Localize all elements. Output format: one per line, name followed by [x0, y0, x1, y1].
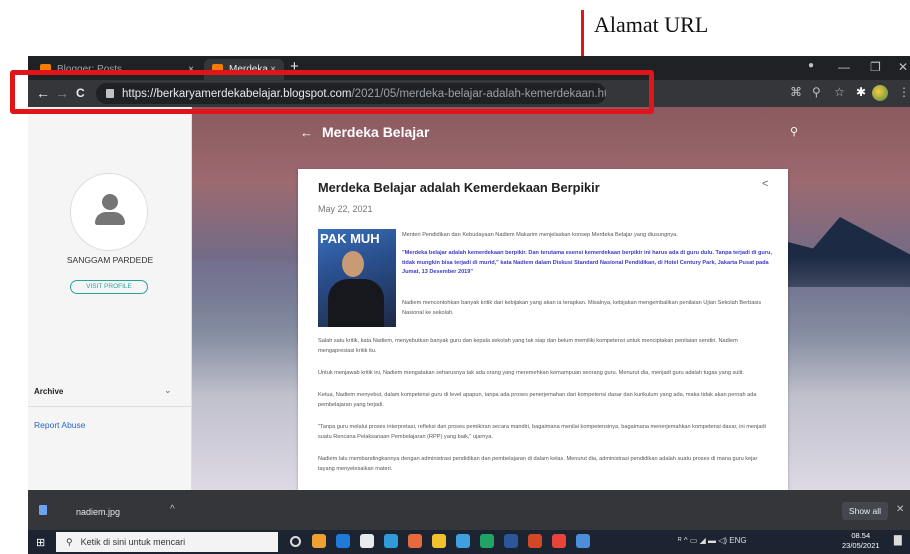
image-file-icon [39, 505, 47, 515]
photo-suit [328, 279, 384, 327]
chevron-up-icon[interactable]: ^ [170, 504, 175, 515]
annotation-label: Alamat URL [594, 12, 709, 37]
app-icon[interactable] [408, 534, 422, 548]
clock-time: 08.54 [851, 531, 871, 540]
app-icon[interactable] [576, 534, 590, 548]
show-all-button[interactable]: Show all [842, 502, 888, 520]
notification-icon[interactable]: ▇ [894, 535, 902, 546]
taskbar-clock[interactable]: 08.54 23/05/2021 [842, 531, 880, 551]
windows-start-icon[interactable]: ⊞ [36, 536, 45, 549]
profile-avatar-placeholder [70, 173, 148, 251]
screenshot: Alamat URL Blogger: Posts × Merdeka Bela… [0, 0, 910, 554]
download-file-name[interactable]: nadiem.jpg [76, 507, 120, 517]
minimize-button[interactable]: — [838, 60, 850, 74]
post-date: May 22, 2021 [318, 204, 373, 214]
visit-profile-button[interactable]: VISIT PROFILE [70, 280, 148, 294]
web-page: SANGGAM PARDEDE VISIT PROFILE Archive ⌄ … [28, 107, 910, 490]
blog-search-icon[interactable]: ⚲ [790, 125, 798, 138]
article-card: Merdeka Belajar adalah Kemerdekaan Berpi… [298, 169, 788, 490]
download-bar: nadiem.jpg ^ Show all ✕ [28, 490, 910, 530]
app-icon[interactable] [360, 534, 374, 548]
annotation-highlight-box [10, 70, 654, 114]
menu-icon[interactable]: ⋮ [898, 85, 910, 99]
app-icon[interactable] [384, 534, 398, 548]
restore-button[interactable]: ❐ [870, 60, 881, 74]
system-tray[interactable]: ᴿ ^ ▭ ◢ ▬ ◁) ENG [678, 536, 747, 545]
profile-avatar[interactable] [872, 85, 888, 101]
paragraph: "Tanpa guru melalui proses interpretasi,… [318, 424, 766, 440]
paragraph-quote: "Merdeka belajar adalah kemerdekaan berp… [402, 250, 772, 275]
zoom-icon[interactable]: ⚲ [812, 85, 821, 99]
divider [28, 406, 192, 407]
paragraph: Nadiem lalu membandingkannya dengan admi… [318, 456, 758, 472]
app-icon[interactable] [312, 534, 326, 548]
folder-icon[interactable] [432, 534, 446, 548]
blog-back-arrow-icon[interactable]: ← [300, 125, 313, 140]
search-placeholder: Ketik di sini untuk mencari [80, 537, 186, 547]
photo-face [342, 251, 364, 277]
paragraph: Nadiem mencontohkan banyak kritik dari k… [402, 300, 762, 316]
person-icon-body [95, 212, 125, 225]
word-icon[interactable] [504, 534, 518, 548]
person-icon [102, 194, 118, 210]
photo-backdrop-text: PAK MUH [320, 231, 380, 246]
extensions-icon[interactable]: ✱ [856, 85, 866, 99]
profile-name: SANGGAM PARDEDE [66, 255, 154, 265]
blog-title[interactable]: Merdeka Belajar [322, 124, 429, 140]
chevron-down-icon[interactable]: ⌄ [164, 385, 172, 396]
cortana-icon[interactable] [290, 536, 301, 547]
report-abuse-link[interactable]: Report Abuse [34, 420, 86, 430]
clock-date: 23/05/2021 [842, 541, 880, 550]
share-icon[interactable]: < [762, 178, 768, 190]
close-window-button[interactable]: ✕ [898, 60, 908, 74]
windows-taskbar: ⊞ ⚲ Ketik di sini untuk mencari ᴿ ^ ▭ ◢ … [28, 530, 910, 554]
paragraph: Untuk menjawab kritik ini, Nadiem mengat… [318, 370, 744, 376]
paragraph: Menteri Pendidikan dan Kebudayaan Nadiem… [402, 232, 678, 238]
article-photo[interactable]: PAK MUH [318, 229, 396, 327]
bookmark-star-icon[interactable]: ☆ [834, 85, 845, 99]
close-download-bar-icon[interactable]: ✕ [896, 504, 904, 515]
archive-heading[interactable]: Archive [34, 387, 63, 396]
excel-icon[interactable] [480, 534, 494, 548]
chrome-icon[interactable] [552, 534, 566, 548]
profile-dot-icon[interactable]: ● [808, 60, 814, 71]
blog-sidebar: SANGGAM PARDEDE VISIT PROFILE Archive ⌄ … [28, 107, 192, 490]
taskbar-search-box[interactable]: ⚲ Ketik di sini untuk mencari [56, 532, 278, 552]
app-icon[interactable] [528, 534, 542, 548]
app-icon[interactable] [456, 534, 470, 548]
translate-icon[interactable]: ⌘ [790, 85, 802, 99]
edge-icon[interactable] [336, 534, 350, 548]
paragraph: Salah satu kritik, kata Nadiem, menyebut… [318, 338, 738, 354]
post-title: Merdeka Belajar adalah Kemerdekaan Berpi… [318, 180, 600, 195]
paragraph: Ketua, Nadiem menyebut, dalam kompetensi… [318, 392, 757, 408]
search-icon: ⚲ [66, 536, 73, 547]
